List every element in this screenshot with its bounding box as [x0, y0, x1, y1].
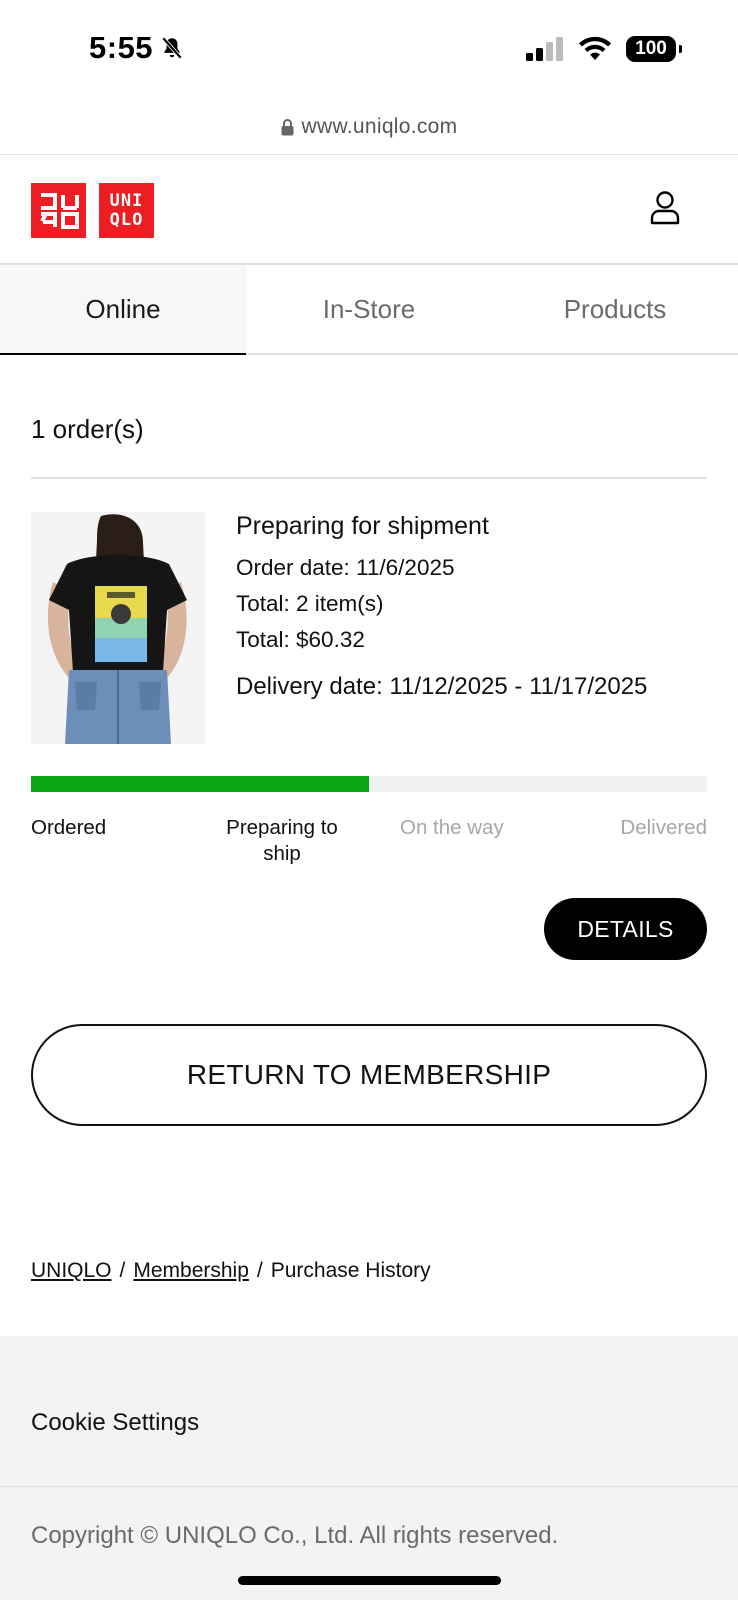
home-indicator[interactable] — [238, 1576, 501, 1585]
status-bar: 5:55 100 — [0, 0, 738, 100]
cellular-signal-icon — [526, 37, 563, 61]
order-item-count: Total: 2 item(s) — [236, 591, 384, 616]
wifi-icon — [579, 36, 611, 60]
tab-products[interactable]: Products — [492, 265, 738, 353]
footer: Cookie Settings Copyright © UNIQLO Co., … — [0, 1336, 738, 1600]
logo-katakana — [31, 183, 86, 238]
breadcrumb-home[interactable]: UNIQLO — [31, 1259, 112, 1283]
status-indicators: 100 — [526, 36, 682, 62]
breadcrumb-separator: / — [119, 1259, 126, 1282]
step-preparing: Preparing to ship — [226, 816, 338, 865]
order-info: Preparing for shipment Order date: 11/6/… — [236, 512, 647, 701]
step-ordered: Ordered — [31, 816, 107, 839]
account-button[interactable] — [650, 191, 680, 230]
tab-online[interactable]: Online — [0, 265, 246, 355]
divider — [31, 477, 707, 479]
silent-bell-icon — [161, 36, 183, 60]
breadcrumb-separator: / — [256, 1259, 263, 1282]
order-total: Total: $60.32 — [236, 627, 365, 652]
shipment-progress-bar — [31, 776, 707, 792]
details-button[interactable]: DETAILS — [544, 898, 707, 960]
clock: 5:55 — [89, 30, 154, 65]
copyright: Copyright © UNIQLO Co., Ltd. All rights … — [31, 1522, 559, 1549]
footer-divider — [0, 1486, 738, 1487]
tab-in-store[interactable]: In-Store — [246, 265, 492, 353]
uniqlo-logo[interactable]: UNI QLO — [31, 183, 154, 238]
logo-line-1: UNI — [109, 190, 144, 211]
address-bar[interactable]: www.uniqlo.com — [0, 100, 738, 155]
order-date: Order date: 11/6/2025 — [236, 555, 455, 580]
delivery-date: Delivery date: 11/12/2025 - 11/17/2025 — [236, 673, 648, 700]
breadcrumb-membership[interactable]: Membership — [133, 1259, 249, 1283]
step-on-the-way: On the way — [400, 816, 504, 839]
lock-icon — [281, 118, 294, 135]
product-photo — [31, 512, 205, 744]
progress-fill — [31, 776, 369, 792]
site-header: UNI QLO — [0, 155, 738, 265]
logo-line-2: QLO — [109, 209, 144, 230]
step-delivered: Delivered — [620, 816, 707, 839]
battery-level: 100 — [635, 38, 667, 59]
order-count: 1 order(s) — [31, 414, 144, 444]
purchase-tabs: Online In-Store Products — [0, 265, 738, 355]
breadcrumb: UNIQLO / Membership / Purchase History — [31, 1259, 431, 1283]
cookie-settings-link[interactable]: Cookie Settings — [31, 1409, 199, 1437]
product-image[interactable] — [31, 512, 205, 744]
url-text: www.uniqlo.com — [301, 115, 458, 138]
logo-latin: UNI QLO — [99, 183, 154, 238]
order-status: Preparing for shipment — [236, 512, 489, 540]
status-time: 5:55 — [89, 30, 185, 66]
katakana-logo-icon — [39, 192, 79, 229]
breadcrumb-current: Purchase History — [270, 1259, 431, 1282]
return-to-membership-button[interactable]: RETURN TO MEMBERSHIP — [31, 1024, 707, 1126]
user-icon — [650, 191, 680, 225]
battery-icon: 100 — [626, 36, 682, 62]
